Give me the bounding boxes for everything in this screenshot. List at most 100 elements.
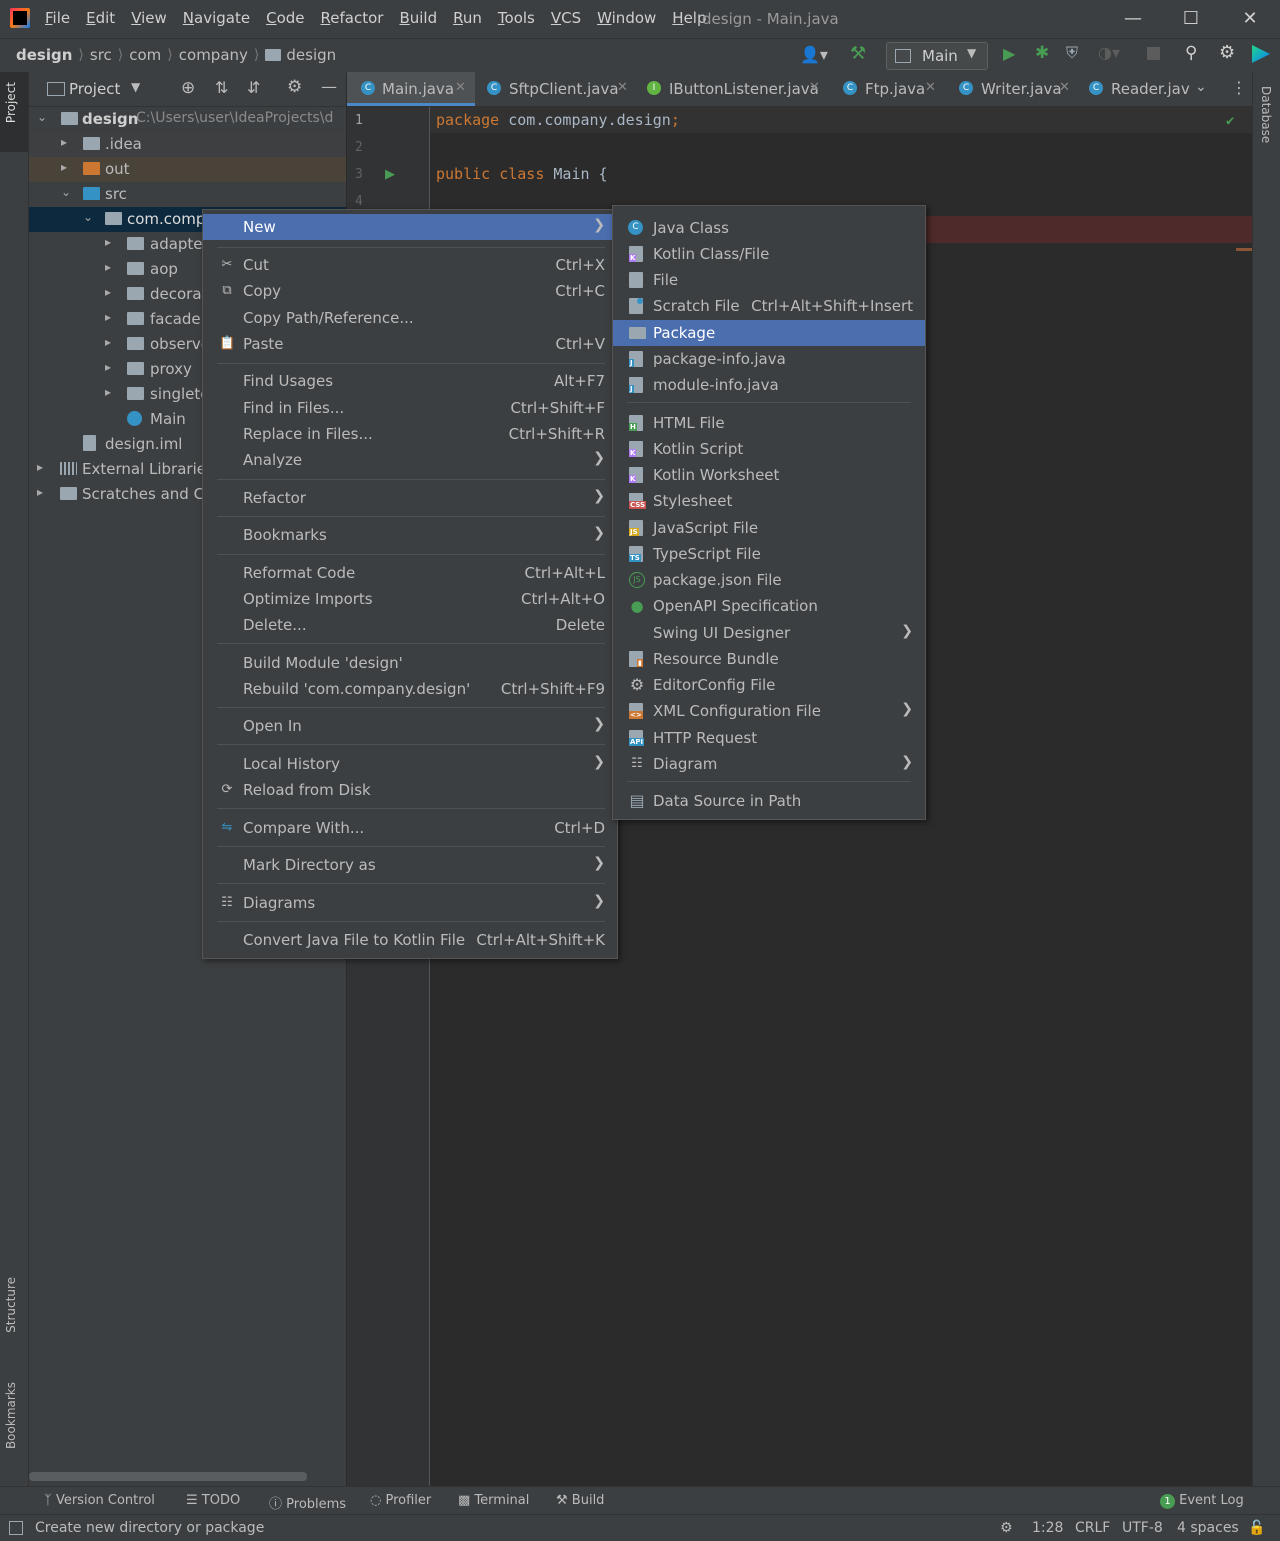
menu-build[interactable]: Build	[399, 9, 437, 27]
tree-item-src[interactable]: ⌄ src	[29, 182, 346, 207]
menu-find-in-files[interactable]: Find in Files... Ctrl+Shift+F	[203, 395, 617, 421]
stop-icon[interactable]	[1147, 47, 1160, 60]
error-stripe-mark[interactable]	[1236, 248, 1252, 251]
tab-ibuttonlistener-java[interactable]: I IButtonListener.java ✕	[637, 72, 825, 106]
todo-tab[interactable]: ☰ TODO	[186, 1493, 240, 1508]
hammer-icon[interactable]: ⚒	[850, 43, 866, 64]
intellij-logo-icon[interactable]	[10, 8, 30, 28]
menu-bookmarks[interactable]: Bookmarks ❯	[203, 522, 617, 548]
tree-item-out[interactable]: ▸ out	[29, 157, 346, 182]
menu-paste[interactable]: 📋 Paste Ctrl+V	[203, 331, 617, 357]
line-separator[interactable]: CRLF	[1075, 1520, 1110, 1536]
event-log-tab[interactable]: 1 Event Log	[1160, 1493, 1244, 1509]
close-tab-icon[interactable]: ✕	[925, 80, 936, 95]
menu-optimize-imports[interactable]: Optimize Imports Ctrl+Alt+O	[203, 586, 617, 612]
tab-reader-java[interactable]: C Reader.jav	[1085, 72, 1195, 106]
terminal-tab[interactable]: ▩ Terminal	[458, 1493, 529, 1508]
minimize-icon[interactable]: —	[1113, 6, 1153, 32]
caret-position[interactable]: 1:28	[1032, 1520, 1063, 1536]
tab-ftp-java[interactable]: C Ftp.java ✕	[833, 72, 941, 106]
new-kotlin-worksheet[interactable]: K Kotlin Worksheet	[613, 462, 925, 488]
menu-copy-path[interactable]: Copy Path/Reference...	[203, 305, 617, 331]
bookmarks-tool-button[interactable]: Bookmarks	[4, 1382, 18, 1449]
project-view-selector[interactable]: Project	[69, 80, 120, 98]
new-scratch-file[interactable]: Scratch File Ctrl+Alt+Shift+Insert	[613, 293, 925, 319]
menu-edit[interactable]: Edit	[86, 9, 115, 27]
gear-icon[interactable]: ⚙	[1219, 42, 1235, 63]
build-tab[interactable]: ⚒ Build	[556, 1493, 604, 1508]
menu-new[interactable]: New ❯	[203, 214, 617, 240]
structure-tool-button[interactable]: Structure	[4, 1277, 18, 1333]
close-icon[interactable]: ✕	[1230, 6, 1270, 32]
breadcrumb-item[interactable]: com	[129, 46, 161, 64]
collapse-all-icon[interactable]: ⇵	[247, 78, 260, 97]
menu-reformat-code[interactable]: Reformat Code Ctrl+Alt+L	[203, 560, 617, 586]
menu-vcs[interactable]: VCS	[551, 9, 581, 27]
menu-copy[interactable]: ⧉ Copy Ctrl+C	[203, 278, 617, 304]
breadcrumb-item[interactable]: src	[90, 46, 112, 64]
user-icon[interactable]: 👤▾	[800, 45, 828, 64]
background-tasks-icon[interactable]: ⚙	[1000, 1520, 1013, 1536]
menu-refactor[interactable]: Refactor	[321, 9, 384, 27]
expand-all-icon[interactable]: ⇅	[215, 78, 228, 97]
new-stylesheet[interactable]: CSS Stylesheet	[613, 488, 925, 514]
run-gutter-icon[interactable]: ▶	[385, 167, 395, 182]
menu-mark-directory-as[interactable]: Mark Directory as ❯	[203, 852, 617, 878]
new-java-class[interactable]: C Java Class	[613, 215, 925, 241]
new-package-json[interactable]: JS package.json File	[613, 567, 925, 593]
new-kotlin-class[interactable]: K Kotlin Class/File	[613, 241, 925, 267]
breadcrumb-item[interactable]: company	[179, 46, 248, 64]
menu-local-history[interactable]: Local History ❯	[203, 751, 617, 777]
menu-navigate[interactable]: Navigate	[183, 9, 250, 27]
menu-compare-with[interactable]: ⇋ Compare With... Ctrl+D	[203, 815, 617, 841]
tree-item-idea[interactable]: ▸ .idea	[29, 132, 346, 157]
close-tab-icon[interactable]: ✕	[809, 80, 820, 95]
menu-run[interactable]: Run	[453, 9, 482, 27]
new-html-file[interactable]: H HTML File	[613, 410, 925, 436]
maximize-icon[interactable]: ☐	[1171, 6, 1211, 32]
menu-file[interactable]: File	[45, 9, 70, 27]
new-typescript-file[interactable]: TS TypeScript File	[613, 541, 925, 567]
new-http-request[interactable]: API HTTP Request	[613, 725, 925, 751]
database-tool-button[interactable]: Database	[1259, 86, 1273, 143]
menu-rebuild[interactable]: Rebuild 'com.company.design' Ctrl+Shift+F…	[203, 676, 617, 702]
menu-reload-from-disk[interactable]: ⟳ Reload from Disk	[203, 777, 617, 803]
new-editorconfig-file[interactable]: ⚙ EditorConfig File	[613, 672, 925, 698]
lock-icon[interactable]: 🔓	[1248, 1520, 1265, 1536]
locate-icon[interactable]: ⊕	[181, 78, 195, 98]
menu-find-usages[interactable]: Find Usages Alt+F7	[203, 368, 617, 394]
new-javascript-file[interactable]: JS JavaScript File	[613, 515, 925, 541]
coverage-icon[interactable]: ⛨	[1066, 43, 1078, 63]
new-module-info[interactable]: Jmodule-info.java	[613, 372, 925, 398]
tab-writer-java[interactable]: C Writer.java ✕	[949, 72, 1077, 106]
project-tool-button[interactable]: Project	[4, 82, 18, 123]
new-xml-configuration-file[interactable]: <> XML Configuration File ❯	[613, 698, 925, 724]
indent-setting[interactable]: 4 spaces	[1177, 1520, 1239, 1536]
breadcrumb-item[interactable]: design	[16, 46, 72, 64]
close-tab-icon[interactable]: ✕	[617, 80, 628, 95]
hide-icon[interactable]: —	[321, 77, 337, 96]
tool-windows-toggle-icon[interactable]	[9, 1521, 23, 1535]
horizontal-scrollbar[interactable]	[29, 1472, 307, 1481]
new-file[interactable]: File	[613, 267, 925, 293]
tab-main-java[interactable]: C Main.java ✕	[347, 72, 475, 106]
menu-replace-in-files[interactable]: Replace in Files... Ctrl+Shift+R	[203, 421, 617, 447]
debug-icon[interactable]: ✱	[1035, 43, 1049, 63]
menu-refactor[interactable]: Refactor ❯	[203, 485, 617, 511]
version-control-tab[interactable]: ᛉ Version Control	[44, 1493, 155, 1508]
close-tab-icon[interactable]: ✕	[1059, 80, 1070, 95]
new-kotlin-script[interactable]: K Kotlin Script	[613, 436, 925, 462]
run-icon[interactable]: ▶	[1003, 44, 1015, 63]
code-with-me-icon[interactable]	[1252, 45, 1270, 63]
close-tab-icon[interactable]: ✕	[455, 80, 466, 95]
menu-view[interactable]: View	[131, 9, 167, 27]
tree-root[interactable]: ⌄ design C:\Users\user\IdeaProjects\d	[29, 107, 346, 132]
new-diagram[interactable]: ☷ Diagram ❯	[613, 751, 925, 777]
menu-build-module[interactable]: Build Module 'design'	[203, 650, 617, 676]
menu-convert-to-kotlin[interactable]: Convert Java File to Kotlin File Ctrl+Alt…	[203, 927, 617, 953]
menu-diagrams[interactable]: ☷ Diagrams ❯	[203, 890, 617, 916]
problems-tab[interactable]: ⓘ Problems	[269, 1493, 346, 1512]
menu-open-in[interactable]: Open In ❯	[203, 713, 617, 739]
new-openapi-spec[interactable]: ● OpenAPI Specification	[613, 593, 925, 619]
breadcrumb-item[interactable]: design	[286, 46, 336, 64]
